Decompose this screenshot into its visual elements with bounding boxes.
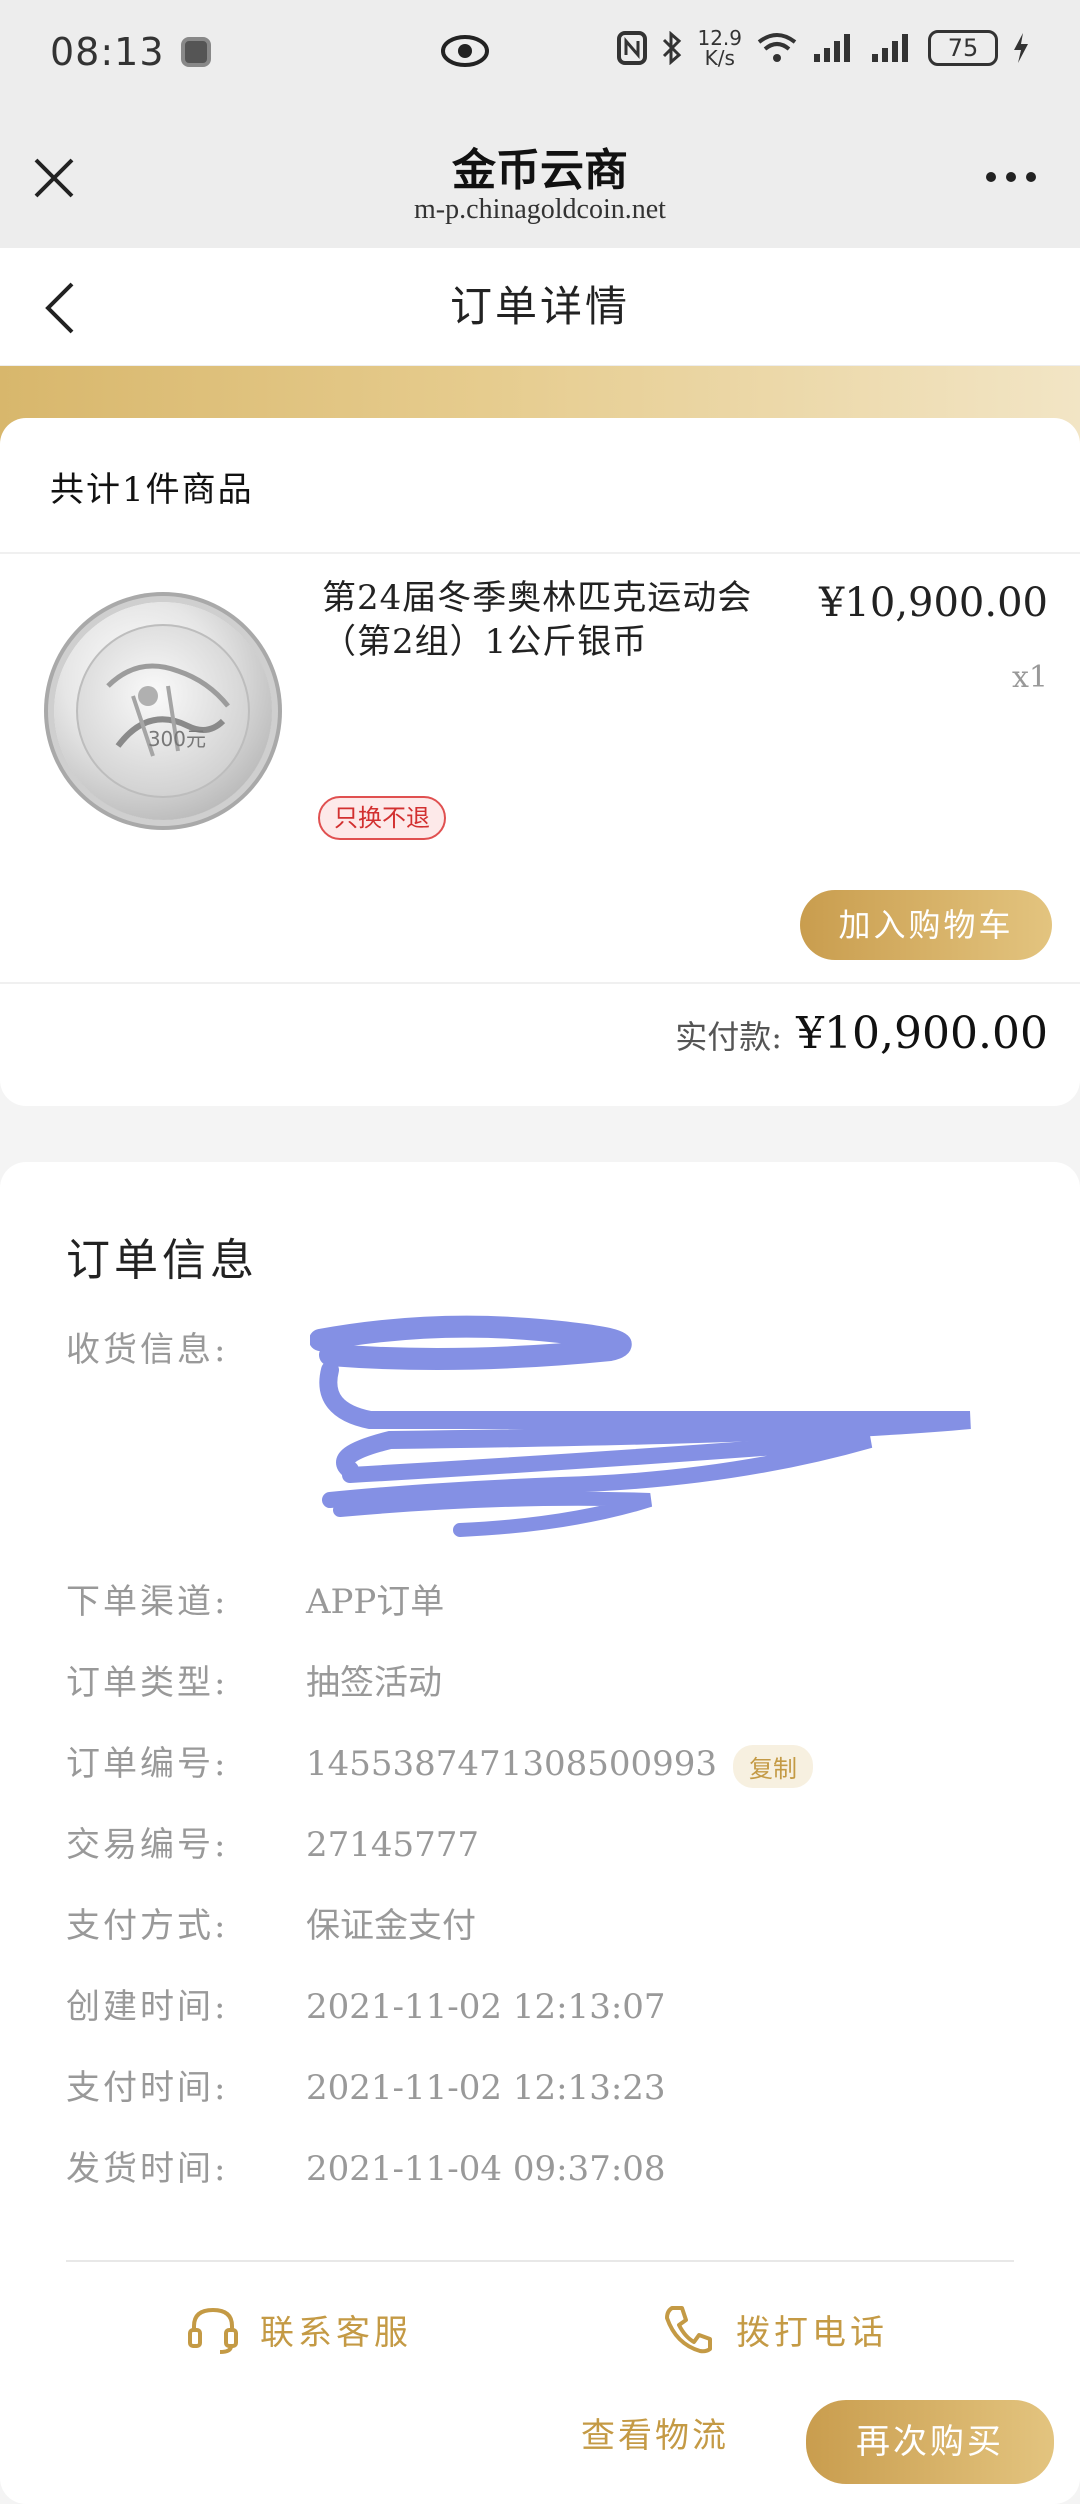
created-time-row: 创建时间: 2021-11-02 12:13:07 xyxy=(66,1979,666,2028)
row-label: 发货时间: xyxy=(66,2149,229,2189)
divider xyxy=(0,982,1080,984)
view-logistics-button[interactable]: 查看物流 xyxy=(560,2396,750,2476)
product-price: ¥10,900.00 xyxy=(818,580,1048,626)
back-arrow-icon[interactable] xyxy=(40,280,80,336)
item-count: 共计1件商品 xyxy=(50,470,254,510)
page-header: 订单详情 xyxy=(0,248,1080,366)
paid-label: 实付款: xyxy=(675,1018,783,1056)
row-label: 订单类型: xyxy=(66,1663,229,1703)
order-info-title: 订单信息 xyxy=(66,1235,258,1286)
buy-again-button[interactable]: 再次购买 xyxy=(806,2400,1054,2484)
coin-face: 300元 xyxy=(76,624,250,798)
product-image[interactable]: 300元 xyxy=(54,602,272,820)
row-label: 支付时间: xyxy=(66,2068,229,2108)
battery-indicator: 75 xyxy=(928,30,998,66)
coin-denomination: 300元 xyxy=(147,727,206,751)
status-right-icons: 12.9 K/s 75 xyxy=(617,28,1030,68)
paid-amount-row: 实付款: ¥10,900.00 xyxy=(675,1008,1048,1059)
charging-icon xyxy=(1014,33,1028,63)
transaction-number-row: 交易编号: 27145777 xyxy=(66,1817,479,1866)
shipping-info-label: 收货信息: xyxy=(66,1330,229,1370)
nfc-icon xyxy=(617,31,648,65)
copy-button[interactable]: 复制 xyxy=(733,1744,814,1788)
site-name: 金币云商 xyxy=(452,145,628,196)
paid-time-row: 支付时间: 2021-11-02 12:13:23 xyxy=(66,2060,666,2109)
paid-amount: ¥10,900.00 xyxy=(796,1008,1048,1059)
row-value: 2021-11-02 12:13:23 xyxy=(306,2068,666,2108)
network-speed-value: 12.9 xyxy=(697,26,742,50)
bluetooth-icon xyxy=(663,31,682,65)
page-title: 订单详情 xyxy=(449,282,630,331)
signal-icon xyxy=(814,34,850,62)
divider xyxy=(66,2260,1014,2262)
row-label: 订单编号: xyxy=(66,1744,229,1784)
phone-icon xyxy=(665,2306,712,2354)
browser-title-bar: 金币云商 m-p.chinagoldcoin.net xyxy=(0,104,1080,248)
product-quantity: x1 xyxy=(1011,660,1048,695)
order-info-card: 订单信息 收货信息: 下单渠道: APP订单 订单类型: 抽签活动 订单编号: 145… xyxy=(0,1162,1080,2504)
contact-service-button[interactable]: 联系客服 xyxy=(186,2302,412,2356)
app-notification-icon xyxy=(180,37,211,67)
row-value: 2021-11-02 12:13:07 xyxy=(306,1987,666,2027)
status-time: 08:13 xyxy=(50,30,165,74)
row-label: 创建时间: xyxy=(66,1987,229,2027)
signal-icon-2 xyxy=(872,34,908,62)
call-phone-label: 拨打电话 xyxy=(736,2312,888,2353)
wifi-icon xyxy=(757,33,797,62)
headset-icon xyxy=(188,2307,238,2354)
order-number-row: 订单编号: 1455387471308500993 复制 xyxy=(66,1736,814,1788)
row-value: 保证金支付 xyxy=(306,1906,476,1946)
battery-level: 75 xyxy=(947,34,979,62)
row-label: 交易编号: xyxy=(66,1825,229,1865)
row-value: 抽签活动 xyxy=(306,1663,442,1703)
add-to-cart-button[interactable]: 加入购物车 xyxy=(800,890,1052,960)
more-menu-icon[interactable] xyxy=(986,172,1036,182)
contact-service-label: 联系客服 xyxy=(260,2312,412,2353)
divider xyxy=(0,552,1080,554)
eye-icon xyxy=(441,35,489,67)
row-value: APP订单 xyxy=(306,1582,445,1622)
site-url: m-p.chinagoldcoin.net xyxy=(414,194,666,225)
redacted-address-scribble xyxy=(310,1315,971,1537)
call-phone-button[interactable]: 拨打电话 xyxy=(662,2302,888,2356)
row-label: 下单渠道: xyxy=(66,1582,229,1622)
order-items-card: 共计1件商品 300元 第24届冬季奥林匹克运动会（第2组）1公斤银币 ¥10,… xyxy=(0,418,1080,1106)
network-speed-unit: K/s xyxy=(704,46,735,70)
payment-method-row: 支付方式: 保证金支付 xyxy=(66,1898,476,1947)
row-value: 2021-11-04 09:37:08 xyxy=(306,2149,666,2189)
order-type-row: 订单类型: 抽签活动 xyxy=(66,1655,442,1704)
return-policy-badge: 只换不退 xyxy=(318,796,446,840)
order-channel-row: 下单渠道: APP订单 xyxy=(66,1574,444,1623)
row-label: 支付方式: xyxy=(66,1906,229,1946)
shipped-time-row: 发货时间: 2021-11-04 09:37:08 xyxy=(66,2141,666,2190)
coin-relief-art xyxy=(106,663,230,757)
product-name[interactable]: 第24届冬季奥林匹克运动会（第2组）1公斤银币 xyxy=(322,576,792,664)
row-value: 27145777 xyxy=(306,1825,480,1865)
status-bar: 08:13 12.9 K/s 75 xyxy=(0,0,1080,104)
shipping-info-row: 收货信息: xyxy=(66,1322,306,1371)
network-speed: 12.9 K/s xyxy=(697,28,742,68)
row-value: 1455387471308500993 xyxy=(306,1744,718,1784)
